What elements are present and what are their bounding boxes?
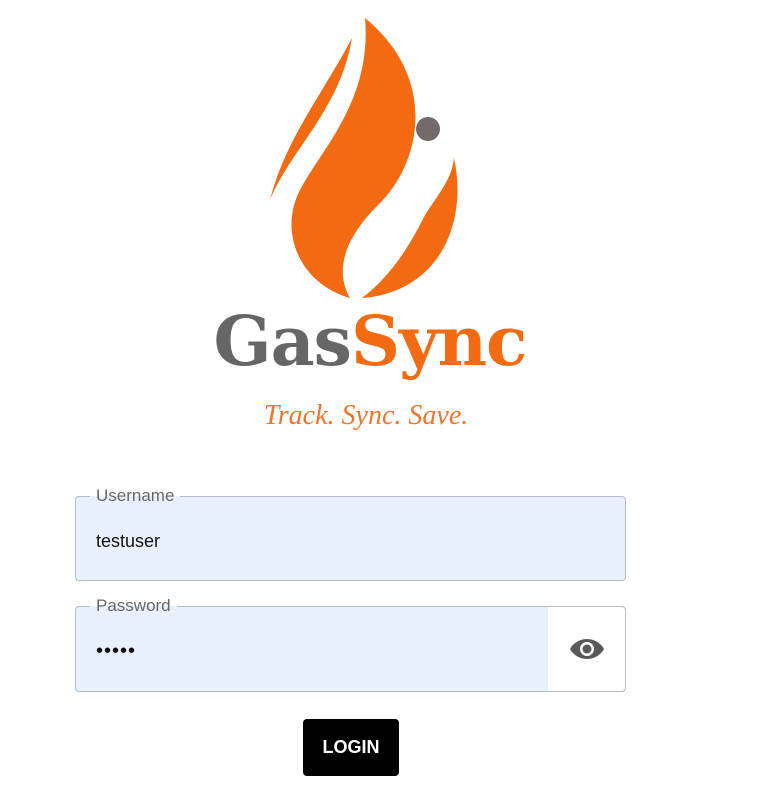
login-button[interactable]: LOGIN	[303, 719, 399, 776]
brand-tagline: Track. Sync. Save.	[263, 400, 469, 431]
password-label: Password	[90, 595, 177, 617]
password-visibility-toggle[interactable]	[548, 607, 625, 691]
eye-icon	[569, 639, 604, 659]
brand-name-sync: Sync	[350, 302, 527, 382]
brand-name: GasSync	[0, 302, 740, 382]
username-label: Username	[90, 485, 181, 507]
login-page: GasSync Track. Sync. Save. Username Pass…	[0, 0, 767, 805]
username-field[interactable]: Username	[75, 485, 626, 581]
password-field[interactable]: Password	[75, 595, 626, 692]
username-input[interactable]	[96, 527, 536, 555]
flame-dot	[416, 117, 440, 141]
flame-logo-icon	[270, 18, 458, 298]
flame-main-body	[291, 18, 416, 298]
password-input[interactable]	[96, 637, 536, 665]
brand-name-gas: Gas	[213, 302, 352, 382]
